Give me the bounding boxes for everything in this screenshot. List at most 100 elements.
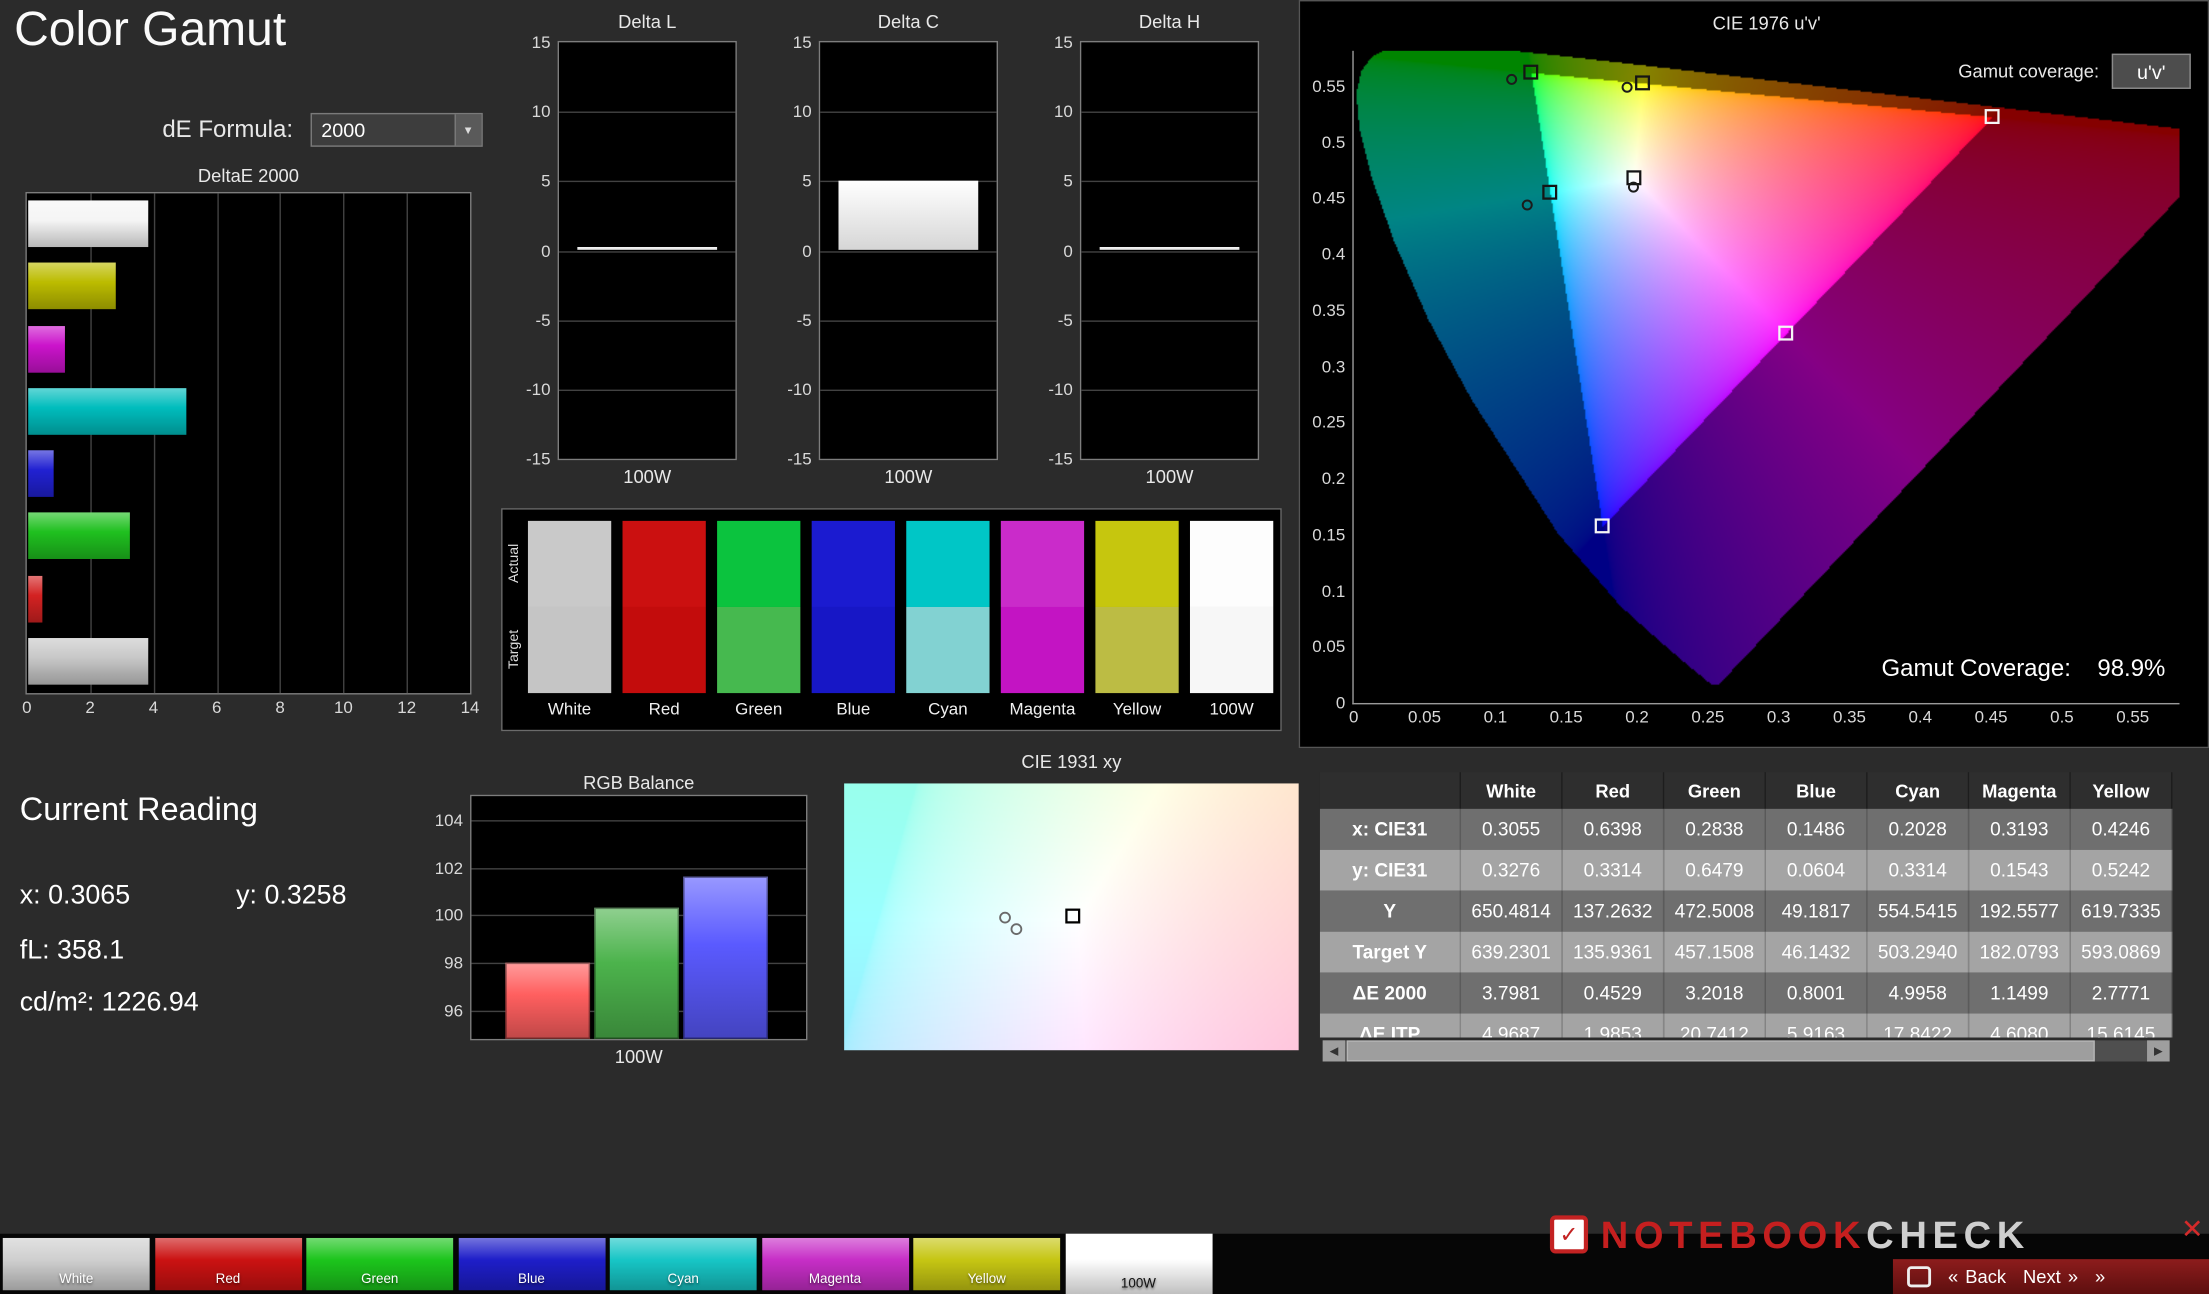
cell: 3.2018 xyxy=(1664,972,1766,1014)
brand-notebook: NOTEBOOK xyxy=(1600,1213,1867,1257)
column-header: Blue xyxy=(1765,772,1868,809)
deltae-bar-magenta xyxy=(28,325,65,372)
cell: 0.2838 xyxy=(1664,808,1766,850)
swatch-target-yellow xyxy=(1095,606,1179,694)
cell: 503.2940 xyxy=(1867,931,1970,973)
scroll-right-icon[interactable]: ▶ xyxy=(2147,1040,2170,1062)
swatch-actual-green xyxy=(717,520,801,607)
scroll-left-icon[interactable]: ◀ xyxy=(1322,1040,1346,1062)
x-tick-label: 0.3 xyxy=(1766,707,1791,727)
gridline xyxy=(820,250,997,252)
gridline xyxy=(471,867,807,869)
patch-label: Blue xyxy=(518,1271,545,1288)
swatch-label: Blue xyxy=(836,698,871,719)
cell: 593.0869 xyxy=(2070,931,2173,973)
plot-area: 15 10 5 0 -5 -10 -15 xyxy=(526,32,737,469)
target-marker-blue xyxy=(1594,518,1610,534)
current-reading: Current Reading x: 0.3065 y: 0.3258 fL: … xyxy=(20,790,486,1044)
y-tick-label: 10 xyxy=(531,101,551,122)
color-gamut-window: Color Gamut dE Formula: 2000 ▼ DeltaE 20… xyxy=(0,0,2209,1294)
patch-button-blue[interactable]: Blue xyxy=(458,1237,605,1291)
reading-x: x: 0.3065 xyxy=(19,880,131,911)
gridline xyxy=(1081,111,1258,114)
delta-chart-l: Delta L 15 10 5 0 -5 -10 -15 100W xyxy=(505,11,745,487)
y-tick-label: 15 xyxy=(531,32,551,53)
cell: 457.1508 xyxy=(1664,931,1766,973)
patch-button-white[interactable]: White xyxy=(2,1237,150,1291)
cell: 650.4814 xyxy=(1461,890,1563,932)
de-formula-dropdown[interactable]: 2000 ▼ xyxy=(309,112,483,147)
row-label: y: CIE31 xyxy=(1319,849,1462,891)
y-tick-label: -15 xyxy=(526,448,551,469)
notebookcheck-watermark: ✓ NOTEBOOKCHECK ✕ « Back Next » » xyxy=(1539,1211,2209,1294)
gridline xyxy=(280,193,282,694)
cie1976-diagram: Gamut Coverage: 98.9% 0 0.05 0.1 0.15 0.2 0.2… xyxy=(1312,50,2180,727)
chart-title: Delta C xyxy=(877,11,939,33)
delta-bar xyxy=(838,181,979,251)
gridline xyxy=(820,111,997,114)
cell: 17.8422 xyxy=(1867,1013,1970,1038)
swatch-target-blue xyxy=(811,606,895,694)
x-category-label: 100W xyxy=(1145,465,1194,488)
delta-chart-c: Delta C 15 10 5 0 -5 -10 -15 100W xyxy=(766,11,1006,487)
swatch-actual-100w xyxy=(1189,520,1274,607)
gridline xyxy=(820,389,997,391)
cell: 0.3314 xyxy=(1867,849,1970,891)
patch-label: White xyxy=(59,1271,94,1288)
chart-title: Delta H xyxy=(1138,11,1201,33)
x-tick-label: 0.55 xyxy=(2116,707,2150,727)
patch-button-red[interactable]: Red xyxy=(154,1237,302,1291)
current-reading-title: Current Reading xyxy=(19,790,258,828)
patch-button-green[interactable]: Green xyxy=(306,1237,454,1291)
cell: 192.5577 xyxy=(1969,890,2071,932)
rgb-balance-xlabel: 100W xyxy=(614,1045,663,1068)
column-header: Yellow xyxy=(2070,772,2173,809)
next-button[interactable]: Next » xyxy=(2023,1266,2078,1287)
close-icon[interactable]: ✕ xyxy=(2181,1214,2203,1246)
cell: 1.9853 xyxy=(1562,1013,1665,1038)
cie1931-title: CIE 1931 xy xyxy=(1021,750,1122,773)
stop-icon[interactable] xyxy=(1907,1266,1932,1288)
y-tick-label: 104 xyxy=(434,810,464,830)
y-tick-label: 0.1 xyxy=(1321,580,1346,601)
de-formula-value: 2000 xyxy=(321,118,366,142)
brand-check: CHECK xyxy=(1866,1213,2030,1257)
deltae-bar-blue xyxy=(28,450,54,497)
cell: 0.3276 xyxy=(1461,849,1563,891)
xy-measured-marker xyxy=(999,911,1011,924)
y-tick-label: 15 xyxy=(1053,32,1073,53)
y-tick-label: 0.3 xyxy=(1321,356,1346,377)
swatch-target-100w xyxy=(1189,606,1274,694)
page-title: Color Gamut xyxy=(14,2,287,57)
cell: 49.1817 xyxy=(1765,890,1868,932)
gridline xyxy=(471,819,807,822)
patch-button-100w[interactable]: 100W xyxy=(1065,1233,1212,1294)
y-tick-label: 10 xyxy=(792,101,812,122)
back-button[interactable]: « Back xyxy=(1948,1266,2006,1287)
deltae2000-title: DeltaE 2000 xyxy=(197,165,299,187)
patch-label: Yellow xyxy=(967,1271,1006,1288)
target-marker-yellow xyxy=(1635,75,1651,91)
gridline xyxy=(1081,250,1258,252)
swatch-label: White xyxy=(547,698,592,719)
column-header: White xyxy=(1461,772,1563,809)
swatch-actual-white xyxy=(527,520,612,607)
gamut-markers xyxy=(1506,64,2000,534)
patch-button-cyan[interactable]: Cyan xyxy=(609,1237,757,1291)
patch-button-yellow[interactable]: Yellow xyxy=(913,1237,1061,1291)
cell: 0.4246 xyxy=(2070,808,2173,850)
x-tick-label: 2 xyxy=(85,697,95,718)
scrollbar-thumb[interactable] xyxy=(1346,1040,2095,1062)
y-tick-label: 96 xyxy=(444,1000,464,1021)
patch-button-magenta[interactable]: Magenta xyxy=(761,1237,909,1291)
next-label: Next xyxy=(2023,1266,2061,1288)
x-tick-label: 0.4 xyxy=(1908,707,1933,727)
column-header xyxy=(1319,772,1462,809)
y-tick-label: 0.4 xyxy=(1321,244,1346,265)
y-tick-label: 0.2 xyxy=(1321,468,1346,489)
row-label: Y xyxy=(1319,890,1462,932)
fast-forward-icon[interactable]: » xyxy=(2095,1266,2105,1287)
deltae-bar-white xyxy=(28,200,149,248)
table-scrollbar[interactable]: ◀ ▶ xyxy=(1322,1040,2170,1062)
gamut-coverage-label: Gamut Coverage: xyxy=(1881,654,2071,682)
